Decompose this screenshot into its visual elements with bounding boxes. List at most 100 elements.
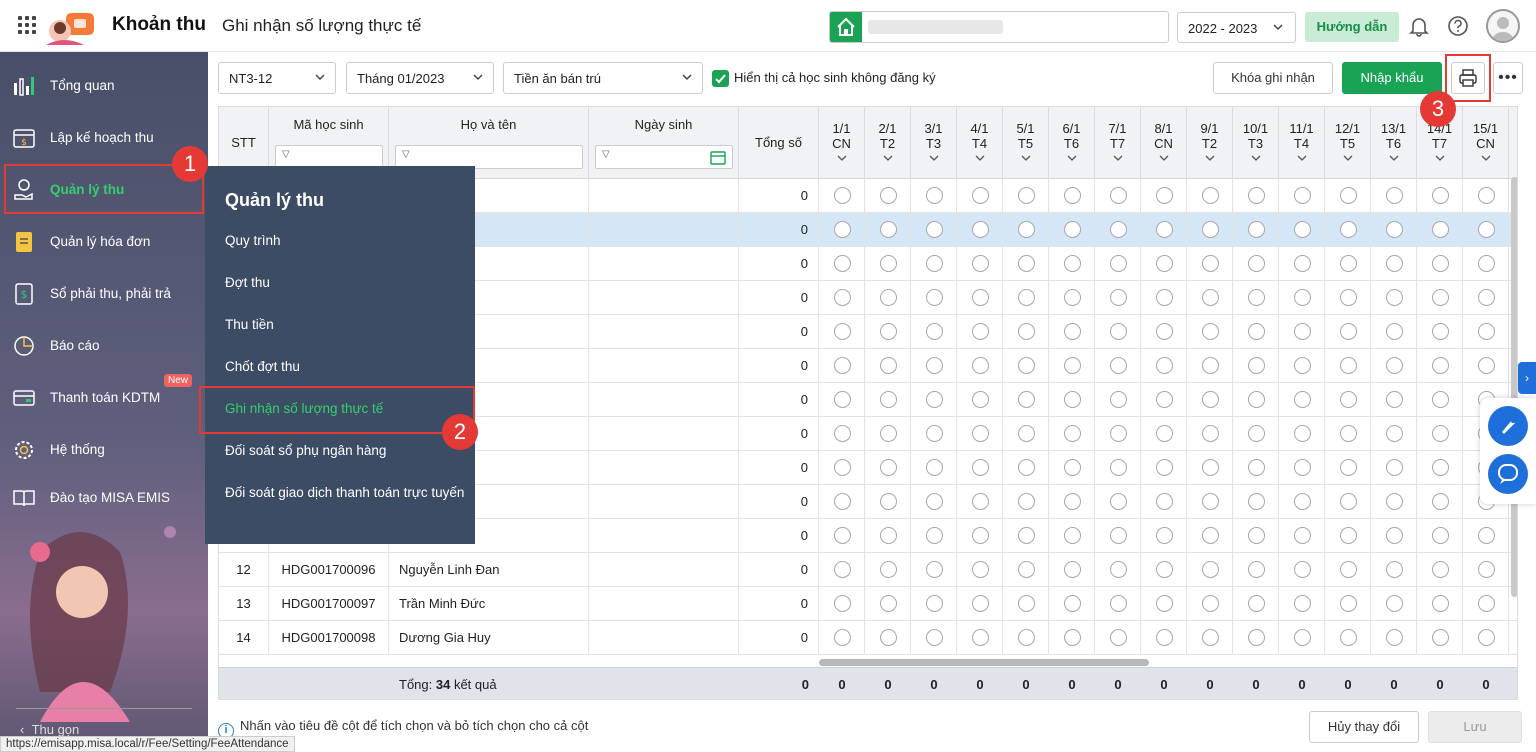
show-unregistered-checkbox[interactable] bbox=[712, 70, 729, 87]
attendance-radio[interactable] bbox=[1017, 391, 1035, 408]
attendance-radio[interactable] bbox=[1247, 561, 1265, 578]
attendance-radio[interactable] bbox=[925, 629, 943, 646]
attendance-radio[interactable] bbox=[1155, 221, 1173, 238]
attendance-radio[interactable] bbox=[1155, 425, 1173, 442]
attendance-radio[interactable] bbox=[1339, 323, 1357, 340]
attendance-radio[interactable] bbox=[1109, 289, 1127, 306]
sidebar-item-overview[interactable]: Tổng quan bbox=[0, 66, 208, 106]
attendance-radio[interactable] bbox=[1477, 255, 1495, 272]
attendance-radio[interactable] bbox=[1385, 323, 1403, 340]
sidebar-item-ledger[interactable]: $ Sổ phải thu, phải trả bbox=[0, 274, 208, 314]
attendance-radio[interactable] bbox=[1201, 391, 1219, 408]
attendance-radio[interactable] bbox=[1247, 493, 1265, 510]
attendance-radio[interactable] bbox=[925, 289, 943, 306]
attendance-radio[interactable] bbox=[1339, 221, 1357, 238]
attendance-radio[interactable] bbox=[925, 221, 943, 238]
attendance-radio[interactable] bbox=[1339, 493, 1357, 510]
attendance-radio[interactable] bbox=[1293, 255, 1311, 272]
attendance-radio[interactable] bbox=[925, 255, 943, 272]
table-row[interactable]: 14 HDG001700098 Dương Gia Huy 0 bbox=[219, 621, 1517, 655]
attendance-radio[interactable] bbox=[1201, 459, 1219, 476]
attendance-radio[interactable] bbox=[1201, 255, 1219, 272]
attendance-radio[interactable] bbox=[1293, 323, 1311, 340]
attendance-radio[interactable] bbox=[879, 221, 897, 238]
attendance-radio[interactable] bbox=[925, 323, 943, 340]
attendance-radio[interactable] bbox=[1109, 357, 1127, 374]
attendance-radio[interactable] bbox=[1109, 425, 1127, 442]
attendance-radio[interactable] bbox=[1431, 357, 1449, 374]
attendance-radio[interactable] bbox=[1201, 595, 1219, 612]
sidebar-item-invoice[interactable]: Quản lý hóa đơn bbox=[0, 222, 208, 262]
attendance-radio[interactable] bbox=[1109, 459, 1127, 476]
chat-icon[interactable] bbox=[1488, 454, 1528, 494]
attendance-radio[interactable] bbox=[833, 289, 851, 306]
attendance-radio[interactable] bbox=[1385, 595, 1403, 612]
header-day-column[interactable]: 2/1 T2 bbox=[865, 107, 911, 179]
attendance-radio[interactable] bbox=[1017, 221, 1035, 238]
attendance-radio[interactable] bbox=[1109, 629, 1127, 646]
attendance-radio[interactable] bbox=[1477, 595, 1495, 612]
attendance-radio[interactable] bbox=[1293, 595, 1311, 612]
submenu-item-bank-reconcile[interactable]: Đối soát sổ phụ ngân hàng bbox=[225, 442, 465, 460]
submenu-item-online-reconcile[interactable]: Đối soát giao dịch thanh toán trực tuyến bbox=[225, 484, 465, 502]
attendance-radio[interactable] bbox=[1385, 187, 1403, 204]
attendance-radio[interactable] bbox=[1201, 527, 1219, 544]
attendance-radio[interactable] bbox=[1109, 493, 1127, 510]
attendance-radio[interactable] bbox=[1017, 493, 1035, 510]
attendance-radio[interactable] bbox=[1155, 289, 1173, 306]
guide-button[interactable]: Hướng dẫn bbox=[1305, 12, 1399, 42]
attendance-radio[interactable] bbox=[879, 391, 897, 408]
attendance-radio[interactable] bbox=[1339, 459, 1357, 476]
collapse-button[interactable]: ‹ Thu gọn bbox=[20, 722, 79, 737]
header-dob[interactable]: Ngày sinh ▽ bbox=[589, 107, 739, 179]
attendance-radio[interactable] bbox=[1063, 595, 1081, 612]
more-options-button[interactable]: ••• bbox=[1493, 62, 1523, 94]
attendance-radio[interactable] bbox=[1385, 629, 1403, 646]
month-select[interactable]: Tháng 01/2023 bbox=[346, 62, 494, 94]
attendance-radio[interactable] bbox=[1477, 289, 1495, 306]
attendance-radio[interactable] bbox=[879, 629, 897, 646]
attendance-radio[interactable] bbox=[1155, 255, 1173, 272]
attendance-radio[interactable] bbox=[1431, 629, 1449, 646]
attendance-radio[interactable] bbox=[1385, 493, 1403, 510]
sidebar-item-payment[interactable]: Thanh toán KDTM New bbox=[0, 374, 208, 418]
vertical-scrollbar[interactable] bbox=[1511, 177, 1517, 597]
table-row[interactable]: 13 HDG001700097 Trần Minh Đức 0 bbox=[219, 587, 1517, 621]
attendance-radio[interactable] bbox=[1017, 357, 1035, 374]
attendance-radio[interactable] bbox=[1385, 561, 1403, 578]
attendance-radio[interactable] bbox=[971, 561, 989, 578]
attendance-radio[interactable] bbox=[1431, 595, 1449, 612]
attendance-radio[interactable] bbox=[925, 391, 943, 408]
attendance-radio[interactable] bbox=[833, 561, 851, 578]
attendance-radio[interactable] bbox=[1431, 561, 1449, 578]
avatar[interactable] bbox=[1486, 9, 1520, 43]
attendance-radio[interactable] bbox=[1201, 187, 1219, 204]
attendance-radio[interactable] bbox=[1063, 255, 1081, 272]
attendance-radio[interactable] bbox=[1477, 629, 1495, 646]
save-button[interactable]: Lưu bbox=[1428, 711, 1522, 743]
attendance-radio[interactable] bbox=[1431, 391, 1449, 408]
school-selector[interactable] bbox=[829, 11, 1169, 43]
attendance-radio[interactable] bbox=[1109, 391, 1127, 408]
fee-type-select[interactable]: Tiền ăn bán trú bbox=[503, 62, 703, 94]
attendance-radio[interactable] bbox=[1477, 221, 1495, 238]
attendance-radio[interactable] bbox=[925, 357, 943, 374]
attendance-radio[interactable] bbox=[971, 629, 989, 646]
attendance-radio[interactable] bbox=[1063, 187, 1081, 204]
attendance-radio[interactable] bbox=[879, 255, 897, 272]
header-day-column[interactable]: 8/1 CN bbox=[1141, 107, 1187, 179]
attendance-radio[interactable] bbox=[833, 527, 851, 544]
sidebar-item-training[interactable]: Đào tạo MISA EMIS bbox=[0, 478, 208, 518]
attendance-radio[interactable] bbox=[1063, 527, 1081, 544]
attendance-radio[interactable] bbox=[1109, 561, 1127, 578]
attendance-radio[interactable] bbox=[1017, 629, 1035, 646]
attendance-radio[interactable] bbox=[1293, 459, 1311, 476]
attendance-radio[interactable] bbox=[879, 425, 897, 442]
attendance-radio[interactable] bbox=[1063, 289, 1081, 306]
sidebar-item-reports[interactable]: Báo cáo bbox=[0, 326, 208, 366]
horizontal-scrollbar[interactable] bbox=[819, 659, 1149, 666]
attendance-radio[interactable] bbox=[879, 459, 897, 476]
attendance-radio[interactable] bbox=[1247, 187, 1265, 204]
attendance-radio[interactable] bbox=[925, 595, 943, 612]
header-day-column[interactable]: 1/1 CN bbox=[819, 107, 865, 179]
